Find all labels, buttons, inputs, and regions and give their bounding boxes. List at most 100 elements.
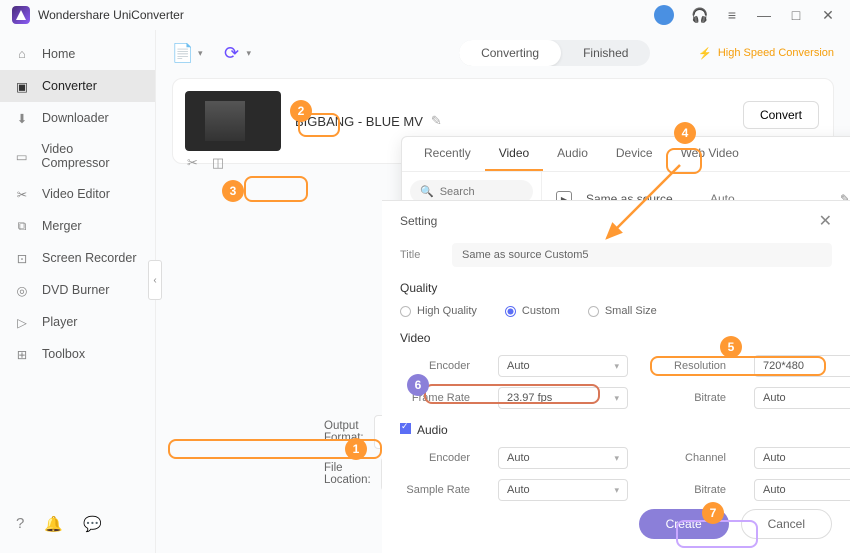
thumbnail[interactable] bbox=[185, 91, 281, 151]
quality-heading: Quality bbox=[400, 281, 832, 295]
edit-title-icon[interactable]: ✎ bbox=[431, 113, 442, 129]
home-icon: ⌂ bbox=[14, 46, 30, 62]
compressor-icon: ▭ bbox=[14, 148, 29, 164]
tab-audio[interactable]: Audio bbox=[543, 137, 602, 171]
sidebar-item-player[interactable]: ▷ Player bbox=[0, 306, 155, 338]
minimize-icon[interactable]: — bbox=[754, 7, 774, 23]
help-icon[interactable]: ? bbox=[16, 515, 24, 533]
headset-icon[interactable]: 🎧 bbox=[690, 7, 710, 24]
tab-device[interactable]: Device bbox=[602, 137, 667, 171]
sidebar-item-downloader[interactable]: ⬇ Downloader bbox=[0, 102, 155, 134]
sidebar-item-label: Player bbox=[42, 315, 77, 329]
chat-icon[interactable]: 💬 bbox=[83, 515, 102, 533]
chevron-down-icon: ▾ bbox=[614, 485, 619, 496]
editor-icon: ✂ bbox=[14, 186, 30, 202]
video-resolution-select[interactable]: 720*480▾ bbox=[754, 355, 850, 377]
tab-recently[interactable]: Recently bbox=[410, 137, 485, 171]
downloader-icon: ⬇ bbox=[14, 110, 30, 126]
tab-converting[interactable]: Converting bbox=[459, 40, 561, 66]
convert-button[interactable]: Convert bbox=[743, 101, 819, 129]
select-value: Auto bbox=[763, 452, 786, 464]
tab-video[interactable]: Video bbox=[485, 137, 543, 171]
app-title: Wondershare UniConverter bbox=[38, 8, 654, 22]
titlebar: Wondershare UniConverter 🎧 ≡ — □ ✕ bbox=[0, 0, 850, 30]
select-value: 23.97 fps bbox=[507, 392, 552, 404]
high-speed-conversion[interactable]: ⚡High Speed Conversion bbox=[698, 47, 834, 60]
sidebar-item-recorder[interactable]: ⊡Screen Recorder bbox=[0, 242, 155, 274]
setting-panel: Setting ✕ Title Quality High Quality Cus… bbox=[382, 200, 850, 553]
chevron-down-icon[interactable]: ▾ bbox=[247, 48, 252, 59]
framerate-label: Frame Rate bbox=[400, 392, 470, 404]
radio-small-size[interactable]: Small Size bbox=[588, 305, 657, 317]
video-bitrate-select[interactable]: Auto▾ bbox=[754, 387, 850, 409]
create-button[interactable]: Create bbox=[639, 509, 729, 539]
search-icon: 🔍 bbox=[420, 185, 434, 198]
audio-samplerate-select[interactable]: Auto ▾ bbox=[498, 479, 628, 501]
card-title-row: BIGBANG - BLUE MV ✎ bbox=[295, 113, 442, 129]
toolbar: 📄 ▾ ⟳ ▾ Converting Finished ⚡High Speed Co… bbox=[172, 40, 834, 66]
tab-webvideo[interactable]: Web Video bbox=[667, 137, 753, 171]
file-location-label: File Location: bbox=[324, 462, 371, 486]
app-logo bbox=[12, 6, 30, 24]
select-value: Auto bbox=[507, 360, 530, 372]
select-value: 720*480 bbox=[763, 360, 804, 372]
select-value: Auto bbox=[763, 484, 786, 496]
audio-checkbox[interactable] bbox=[400, 423, 411, 434]
sidebar: ⌂Home ▣Converter ⬇ Downloader ▭ Video Comp… bbox=[0, 30, 156, 553]
sidebar-item-dvd[interactable]: ◎DVD Burner bbox=[0, 274, 155, 306]
file-title: BIGBANG - BLUE MV bbox=[295, 114, 423, 129]
window-controls: 🎧 ≡ — □ ✕ bbox=[654, 5, 838, 25]
chevron-down-icon: ▾ bbox=[614, 393, 619, 404]
audio-heading-text: Audio bbox=[417, 423, 448, 437]
bitrate-label: Bitrate bbox=[656, 484, 726, 496]
chevron-down-icon[interactable]: ▾ bbox=[198, 48, 203, 59]
title-input[interactable] bbox=[452, 243, 832, 267]
player-icon: ▷ bbox=[14, 314, 30, 330]
output-format-label: Output Format: bbox=[324, 420, 364, 444]
add-url-button[interactable]: ⟳ bbox=[221, 42, 243, 64]
radio-custom[interactable]: Custom bbox=[505, 305, 560, 317]
format-tabs: Recently Video Audio Device Web Video bbox=[402, 137, 850, 172]
avatar[interactable] bbox=[654, 5, 674, 25]
sidebar-item-label: Downloader bbox=[42, 111, 109, 125]
video-framerate-select[interactable]: 23.97 fps ▾ bbox=[498, 387, 628, 409]
title-label: Title bbox=[400, 249, 440, 261]
maximize-icon[interactable]: □ bbox=[786, 7, 806, 23]
sidebar-item-editor[interactable]: ✂ Video Editor bbox=[0, 178, 155, 210]
close-icon[interactable]: ✕ bbox=[819, 211, 832, 231]
tab-finished[interactable]: Finished bbox=[561, 40, 650, 66]
bolt-icon: ⚡ bbox=[698, 47, 712, 60]
audio-bitrate-select[interactable]: Auto▾ bbox=[754, 479, 850, 501]
sidebar-item-toolbox[interactable]: ⊞Toolbox bbox=[0, 338, 155, 370]
recorder-icon: ⊡ bbox=[14, 250, 30, 266]
sidebar-footer: ? 🔔 💬 bbox=[0, 505, 155, 553]
crop-icon[interactable]: ◫ bbox=[212, 155, 224, 171]
select-value: Auto bbox=[507, 484, 530, 496]
sidebar-item-label: Video Compressor bbox=[41, 142, 141, 170]
merger-icon: ⧉ bbox=[14, 218, 30, 234]
add-file-button[interactable]: 📄 bbox=[172, 42, 194, 64]
cancel-button[interactable]: Cancel bbox=[741, 509, 832, 539]
sidebar-item-label: Video Editor bbox=[42, 187, 110, 201]
radio-label: Custom bbox=[522, 305, 560, 317]
bitrate-label: Bitrate bbox=[656, 392, 726, 404]
close-icon[interactable]: ✕ bbox=[818, 7, 838, 24]
radio-high-quality[interactable]: High Quality bbox=[400, 305, 477, 317]
audio-encoder-select[interactable]: Auto▾ bbox=[498, 447, 628, 469]
video-encoder-select[interactable]: Auto ▾ bbox=[498, 355, 628, 377]
audio-heading: Audio bbox=[400, 423, 832, 437]
chevron-down-icon: ▾ bbox=[614, 453, 619, 464]
bell-icon[interactable]: 🔔 bbox=[44, 515, 63, 533]
sidebar-item-converter[interactable]: ▣Converter bbox=[0, 70, 155, 102]
sidebar-item-merger[interactable]: ⧉Merger bbox=[0, 210, 155, 242]
sidebar-item-home[interactable]: ⌂Home bbox=[0, 38, 155, 70]
card-actions: ✂ ◫ bbox=[187, 155, 224, 171]
sidebar-item-label: Toolbox bbox=[42, 347, 85, 361]
audio-channel-select[interactable]: Auto▾ bbox=[754, 447, 850, 469]
converter-icon: ▣ bbox=[14, 78, 30, 94]
chevron-down-icon: ▾ bbox=[614, 361, 619, 372]
encoder-label: Encoder bbox=[400, 452, 470, 464]
sidebar-item-compressor[interactable]: ▭ Video Compressor bbox=[0, 134, 155, 178]
trim-icon[interactable]: ✂ bbox=[187, 155, 198, 171]
menu-icon[interactable]: ≡ bbox=[722, 7, 742, 23]
